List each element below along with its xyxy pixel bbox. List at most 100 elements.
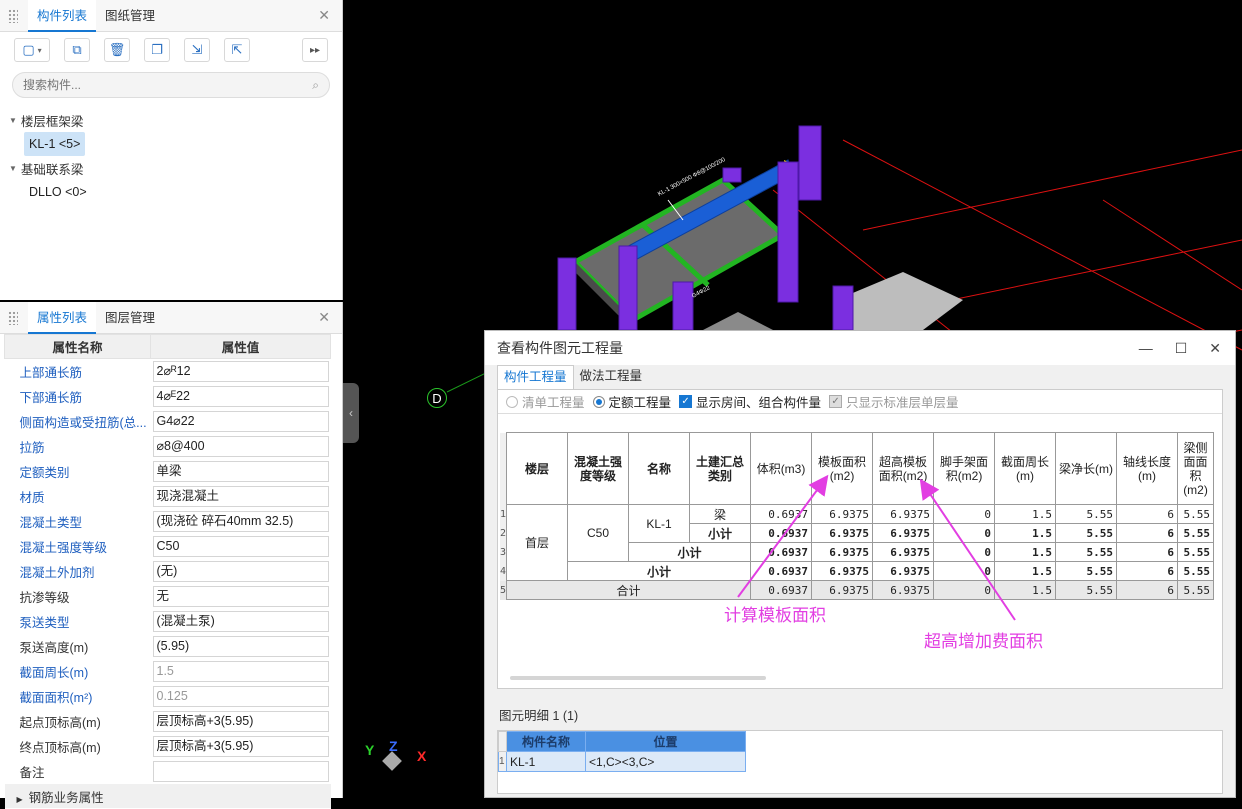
property-name: 泵送类型 <box>4 608 151 634</box>
cell-value: 5.55 <box>1055 542 1118 562</box>
cell-subtotal: 小计 <box>689 523 752 543</box>
table-row[interactable]: 4 小计 0.6937 6.9375 6.9375 0 1.5 5.55 6 5… <box>500 561 1215 581</box>
maximize-icon[interactable]: ☐ <box>1175 340 1188 357</box>
tree-item-kl1[interactable]: KL-1 <5> <box>24 132 86 156</box>
close-icon[interactable]: ✕ <box>318 7 330 24</box>
property-name: 混凝土外加剂 <box>4 558 151 584</box>
col-header: 位置 <box>585 731 746 752</box>
more-icon[interactable]: ▸▸ <box>302 38 328 62</box>
property-value[interactable]: (现浇砼 碎石40mm 32.5) <box>152 510 329 532</box>
property-row: 泵送类型 (混凝土泵) <box>4 608 331 634</box>
property-value[interactable]: (无) <box>152 560 329 582</box>
col-header: 构件名称 <box>506 731 586 752</box>
checkbox-icon[interactable]: ✓ <box>679 395 693 408</box>
tab-method-quantity[interactable]: 做法工程量 <box>574 365 649 389</box>
drag-grip-icon[interactable] <box>8 310 18 325</box>
option-label: 定额工程量 <box>608 396 672 410</box>
property-name: 材质 <box>4 483 151 509</box>
property-value[interactable]: 4⌀ᴱ22 <box>152 385 329 407</box>
close-icon[interactable]: ✕ <box>1209 340 1221 357</box>
property-row: 拉筋 ⌀8@400 <box>4 433 331 459</box>
property-value[interactable]: (混凝土泵) <box>152 610 329 632</box>
radio-icon[interactable] <box>592 395 605 408</box>
cell-total: 合计 <box>506 580 752 600</box>
export-icon[interactable]: ⇱ <box>224 38 250 62</box>
component-toolbar: ▢ ▾ ⧉ 🗑 ❐ ⇲ ⇱ ▸▸ <box>0 32 342 68</box>
property-value[interactable]: G4⌀22 <box>152 410 329 432</box>
property-value[interactable]: (5.95) <box>152 635 329 657</box>
checkbox-icon: ✓ <box>829 395 843 408</box>
cell-value: 1.5 <box>994 580 1057 600</box>
tab-component-quantity[interactable]: 构件工程量 <box>497 365 574 389</box>
property-value[interactable] <box>152 760 329 782</box>
search-input[interactable] <box>23 78 313 92</box>
detail-row[interactable]: 1 KL-1 <1,C><3,C> <box>498 751 746 772</box>
tree-group-frame-beam[interactable]: ▼ 楼层框架梁 <box>0 108 342 132</box>
property-value[interactable]: 现浇混凝土 <box>152 485 329 507</box>
new-icon[interactable]: ▢ ▾ <box>14 38 50 62</box>
tree-item-dllo[interactable]: DLLO <0> <box>24 180 92 204</box>
col-header: 截面周长(m) <box>994 432 1057 505</box>
property-name: 拉筋 <box>4 433 151 459</box>
tree-group-label: 楼层框架梁 <box>20 114 84 129</box>
copy-icon[interactable]: ⧉ <box>64 38 90 62</box>
option-quota-quantity[interactable]: 定额工程量 <box>592 392 672 411</box>
cell-value: 5.55 <box>1177 561 1215 581</box>
property-row: 备注 <box>4 758 331 784</box>
cell-subtotal: 小计 <box>628 542 752 562</box>
table-row[interactable]: 1 首层 C50 KL-1 梁 0.6937 6.9375 6.9375 0 1… <box>500 504 1215 581</box>
component-panel-header: 构件列表 图纸管理 ✕ <box>0 0 342 32</box>
drag-grip-icon[interactable] <box>8 8 18 23</box>
cell-value: 0 <box>933 523 996 543</box>
component-panel: 构件列表 图纸管理 ✕ ▢▾ ⧉ 🗑 ❐ ⇲ ⇱ ▸▸ ⌕ ▼楼层框架梁 KL-… <box>0 0 343 300</box>
property-value[interactable]: 无 <box>152 585 329 607</box>
slab-right <box>848 272 963 330</box>
cell-name: KL-1 <box>628 504 691 543</box>
minimize-icon[interactable]: — <box>1139 340 1153 357</box>
axis-gizmo[interactable]: Y Z X <box>365 738 435 782</box>
tab-layer-management[interactable]: 图层管理 <box>96 302 164 334</box>
quantity-table: 楼层 混凝土强度等级 名称 土建汇总类别 体积(m3) 模板面积(m2) 超高模… <box>500 432 1215 600</box>
tree-group-label: 基础联系梁 <box>20 162 84 177</box>
property-value[interactable]: ⌀8@400 <box>152 435 329 457</box>
property-name: 截面周长(m) <box>4 658 151 684</box>
table-row-total[interactable]: 5 合计 0.6937 6.9375 6.9375 0 1.5 5.55 6 5… <box>500 580 1215 600</box>
delete-icon[interactable]: 🗑 <box>104 38 130 62</box>
property-value[interactable]: 层顶标高+3(5.95) <box>152 710 329 732</box>
option-show-room[interactable]: ✓ 显示房间、组合构件量 <box>679 392 821 411</box>
property-value[interactable]: C50 <box>152 535 329 557</box>
copy-layer-icon[interactable]: ❐ <box>144 38 170 62</box>
cell-value: 0.6937 <box>750 561 813 581</box>
close-icon[interactable]: ✕ <box>318 309 330 326</box>
property-row: 泵送高度(m) (5.95) <box>4 633 331 659</box>
tab-component-list[interactable]: 构件列表 <box>28 0 97 32</box>
property-name: 混凝土强度等级 <box>4 533 151 559</box>
property-name: 侧面构造或受扭筋(总... <box>4 408 151 434</box>
tab-property-list[interactable]: 属性列表 <box>28 301 97 334</box>
property-panel: 属性列表 图层管理 ✕ 属性名称 属性值 上部通长筋 2⌀ᴿ12 下部通长筋 4⌀ᴱ2… <box>0 301 343 809</box>
horizontal-scrollbar[interactable] <box>510 676 766 680</box>
property-value[interactable]: 层顶标高+3(5.95) <box>152 735 329 757</box>
property-row: 起点顶标高(m) 层顶标高+3(5.95) <box>4 708 331 734</box>
import-icon[interactable]: ⇲ <box>184 38 210 62</box>
annotation-formwork: 计算模板面积 <box>724 606 826 626</box>
expand-caret-icon[interactable]: ▼ <box>9 164 17 173</box>
cell-value: 5.55 <box>1055 580 1118 600</box>
collapse-panel-handle[interactable]: ‹ <box>343 383 359 443</box>
quantity-options: 清单工程量 定额工程量 ✓ 显示房间、组合构件量 ✓ 只显示标准层单层量 <box>498 390 1222 414</box>
property-value[interactable]: 单梁 <box>152 460 329 482</box>
tab-drawing-management[interactable]: 图纸管理 <box>96 0 164 32</box>
cell-value: 6.9375 <box>872 542 935 562</box>
cell-grade: C50 <box>567 504 630 562</box>
col-header: 模板面积(m2) <box>811 432 874 505</box>
expand-caret-icon[interactable]: ▼ <box>9 116 17 125</box>
property-value[interactable]: 2⌀ᴿ12 <box>152 360 329 382</box>
cell-value: 0.6937 <box>750 580 813 600</box>
component-tree: ▼ 楼层框架梁 KL-1 <5> ▼ 基础联系梁 DLLO <0> <box>0 98 342 204</box>
property-section-row[interactable]: ▶ 钢筋业务属性 <box>4 783 331 809</box>
search-icon[interactable]: ⌕ <box>312 78 319 93</box>
tree-group-foundation-beam[interactable]: ▼ 基础联系梁 <box>0 156 342 180</box>
property-name: 起点顶标高(m) <box>4 708 151 734</box>
property-name: 混凝土类型 <box>4 508 151 534</box>
cell-value: 6.9375 <box>811 542 874 562</box>
